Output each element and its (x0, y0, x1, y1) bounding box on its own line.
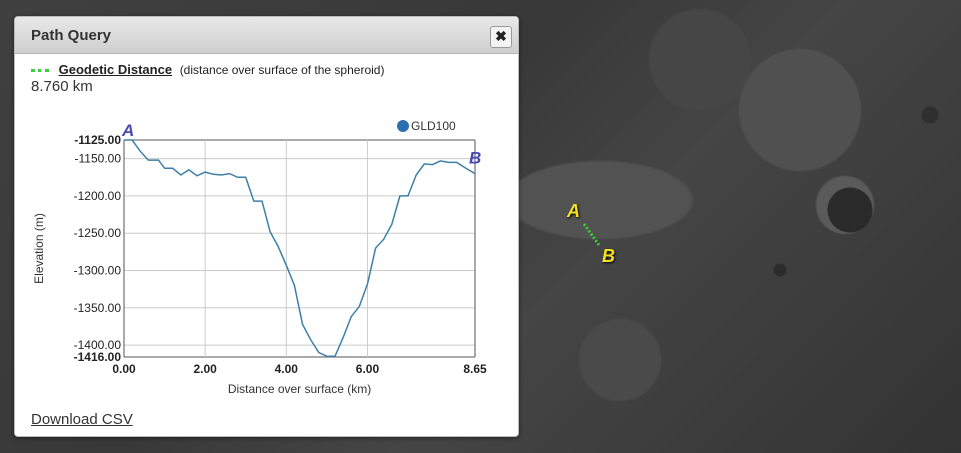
x-tick-label: 6.00 (356, 362, 380, 376)
distance-description: (distance over surface of the spheroid) (179, 63, 385, 77)
series-line-gld100 (124, 139, 476, 358)
y-tick-label: -1200.00 (74, 189, 122, 203)
chart-axes: -1125.00 -1150.00 -1200.00 -1250.00 -1300.00… (74, 133, 487, 376)
distance-row: Geodetic Distance (distance over surface… (31, 62, 384, 77)
map-label-b: B (602, 246, 615, 266)
x-tick-label: 0.00 (112, 362, 136, 376)
x-tick-label: 4.00 (275, 362, 299, 376)
close-icon: ✖ (495, 28, 507, 44)
elevation-profile-chart: -1125.00 -1150.00 -1200.00 -1250.00 -1300.00… (32, 119, 487, 396)
x-tick-label: 2.00 (193, 362, 217, 376)
y-tick-label: -1150.00 (75, 152, 122, 166)
chart-grid (123, 139, 476, 358)
y-tick-label: -1350.00 (74, 301, 122, 315)
dotted-line-icon (31, 69, 49, 73)
profile-end-label: B (469, 149, 481, 168)
legend-marker (397, 120, 409, 132)
y-axis-label: Elevation (m) (32, 213, 46, 284)
y-tick-label: -1125.00 (74, 133, 121, 147)
legend-label: GLD100 (411, 119, 456, 133)
panel-header[interactable]: Path Query ✖ (15, 17, 518, 54)
distance-value: 8.760 km (31, 78, 93, 95)
map-label-a: A (567, 201, 580, 221)
profile-start-label: A (121, 121, 134, 140)
download-csv-link[interactable]: Download CSV (31, 411, 133, 428)
path-segment (582, 223, 601, 246)
distance-type-link[interactable]: Geodetic Distance (59, 62, 172, 77)
panel-title: Path Query (31, 27, 112, 44)
y-tick-label: -1250.00 (74, 226, 122, 240)
close-button[interactable]: ✖ (490, 26, 512, 48)
y-tick-label: -1300.00 (74, 263, 122, 277)
x-axis-label: Distance over surface (km) (228, 382, 371, 396)
path-query-panel: Path Query ✖ Geodetic Distance (distance… (14, 16, 519, 437)
x-tick-label: 8.65 (463, 362, 487, 376)
